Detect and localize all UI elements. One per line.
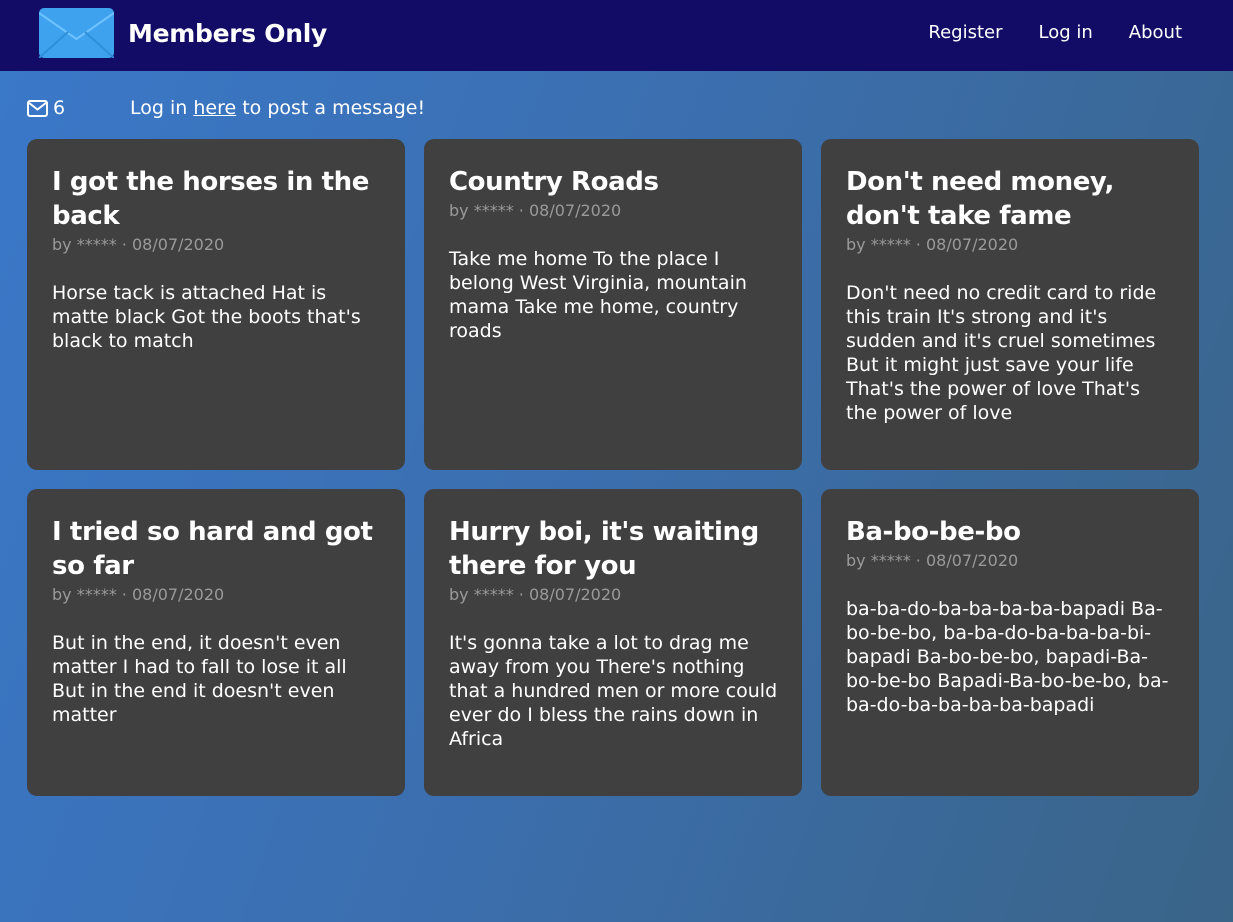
message-body: Horse tack is attached Hat is matte blac… — [52, 282, 361, 352]
message-author: ***** — [76, 235, 117, 254]
message-title: Hurry boi, it's waiting there for you — [449, 517, 759, 581]
message-body: It's gonna take a lot to drag me away fr… — [449, 632, 778, 750]
message-card: Ba-bo-be-bo by ***** · 08/07/2020 ba-ba-… — [821, 489, 1199, 796]
message-author: ***** — [473, 201, 514, 220]
envelope-logo-icon — [39, 8, 114, 58]
message-date: 08/07/2020 — [131, 235, 225, 254]
brand-name: Members Only — [128, 18, 327, 48]
message-body: Don't need no credit card to ride this t… — [846, 282, 1157, 424]
message-meta: by ***** · 08/07/2020 — [449, 585, 622, 604]
message-meta: by ***** · 08/07/2020 — [846, 235, 1019, 254]
login-prompt-text-after: to post a message! — [236, 97, 426, 119]
message-body: Take me home To the place I belong West … — [449, 248, 747, 342]
message-grid: I got the horses in the back by ***** · … — [27, 139, 1200, 796]
message-date: 08/07/2020 — [528, 201, 622, 220]
message-card: Hurry boi, it's waiting there for you by… — [424, 489, 802, 796]
nav-login-link[interactable]: Log in — [1039, 22, 1093, 43]
message-body: But in the end, it doesn't even matter I… — [52, 632, 347, 726]
envelope-icon — [27, 99, 48, 117]
navbar: Members Only Register Log in About — [0, 0, 1233, 71]
login-here-link[interactable]: here — [193, 97, 236, 119]
message-meta: by ***** · 08/07/2020 — [52, 235, 225, 254]
info-bar: 6 Log in here to post a message! — [27, 96, 425, 120]
message-date: 08/07/2020 — [925, 235, 1019, 254]
message-title: I got the horses in the back — [52, 167, 369, 231]
message-card: Don't need money, don't take fame by ***… — [821, 139, 1199, 470]
message-meta: by ***** · 08/07/2020 — [846, 551, 1019, 570]
message-author: ***** — [76, 585, 117, 604]
message-count-value: 6 — [53, 97, 66, 119]
message-title: Country Roads — [449, 167, 659, 197]
login-prompt-text-before: Log in — [130, 97, 194, 119]
message-count: 6 — [27, 97, 130, 119]
message-author: ***** — [473, 585, 514, 604]
message-author: ***** — [870, 235, 911, 254]
message-body: ba-ba-do-ba-ba-ba-ba-bapadi Ba-bo-be-bo,… — [846, 598, 1169, 716]
message-date: 08/07/2020 — [925, 551, 1019, 570]
login-prompt: Log in here to post a message! — [130, 97, 425, 119]
message-date: 08/07/2020 — [131, 585, 225, 604]
brand-link[interactable]: Members Only — [39, 8, 327, 58]
message-date: 08/07/2020 — [528, 585, 622, 604]
nav-about-link[interactable]: About — [1129, 22, 1182, 43]
message-meta: by ***** · 08/07/2020 — [449, 201, 622, 220]
message-card: I got the horses in the back by ***** · … — [27, 139, 405, 470]
nav-register-link[interactable]: Register — [928, 22, 1002, 43]
nav-links: Register Log in About — [928, 22, 1182, 43]
message-title: Ba-bo-be-bo — [846, 517, 1021, 547]
message-card: I tried so hard and got so far by ***** … — [27, 489, 405, 796]
message-meta: by ***** · 08/07/2020 — [52, 585, 225, 604]
message-title: I tried so hard and got so far — [52, 517, 373, 581]
message-title: Don't need money, don't take fame — [846, 167, 1114, 231]
message-card: Country Roads by ***** · 08/07/2020 Take… — [424, 139, 802, 470]
message-author: ***** — [870, 551, 911, 570]
